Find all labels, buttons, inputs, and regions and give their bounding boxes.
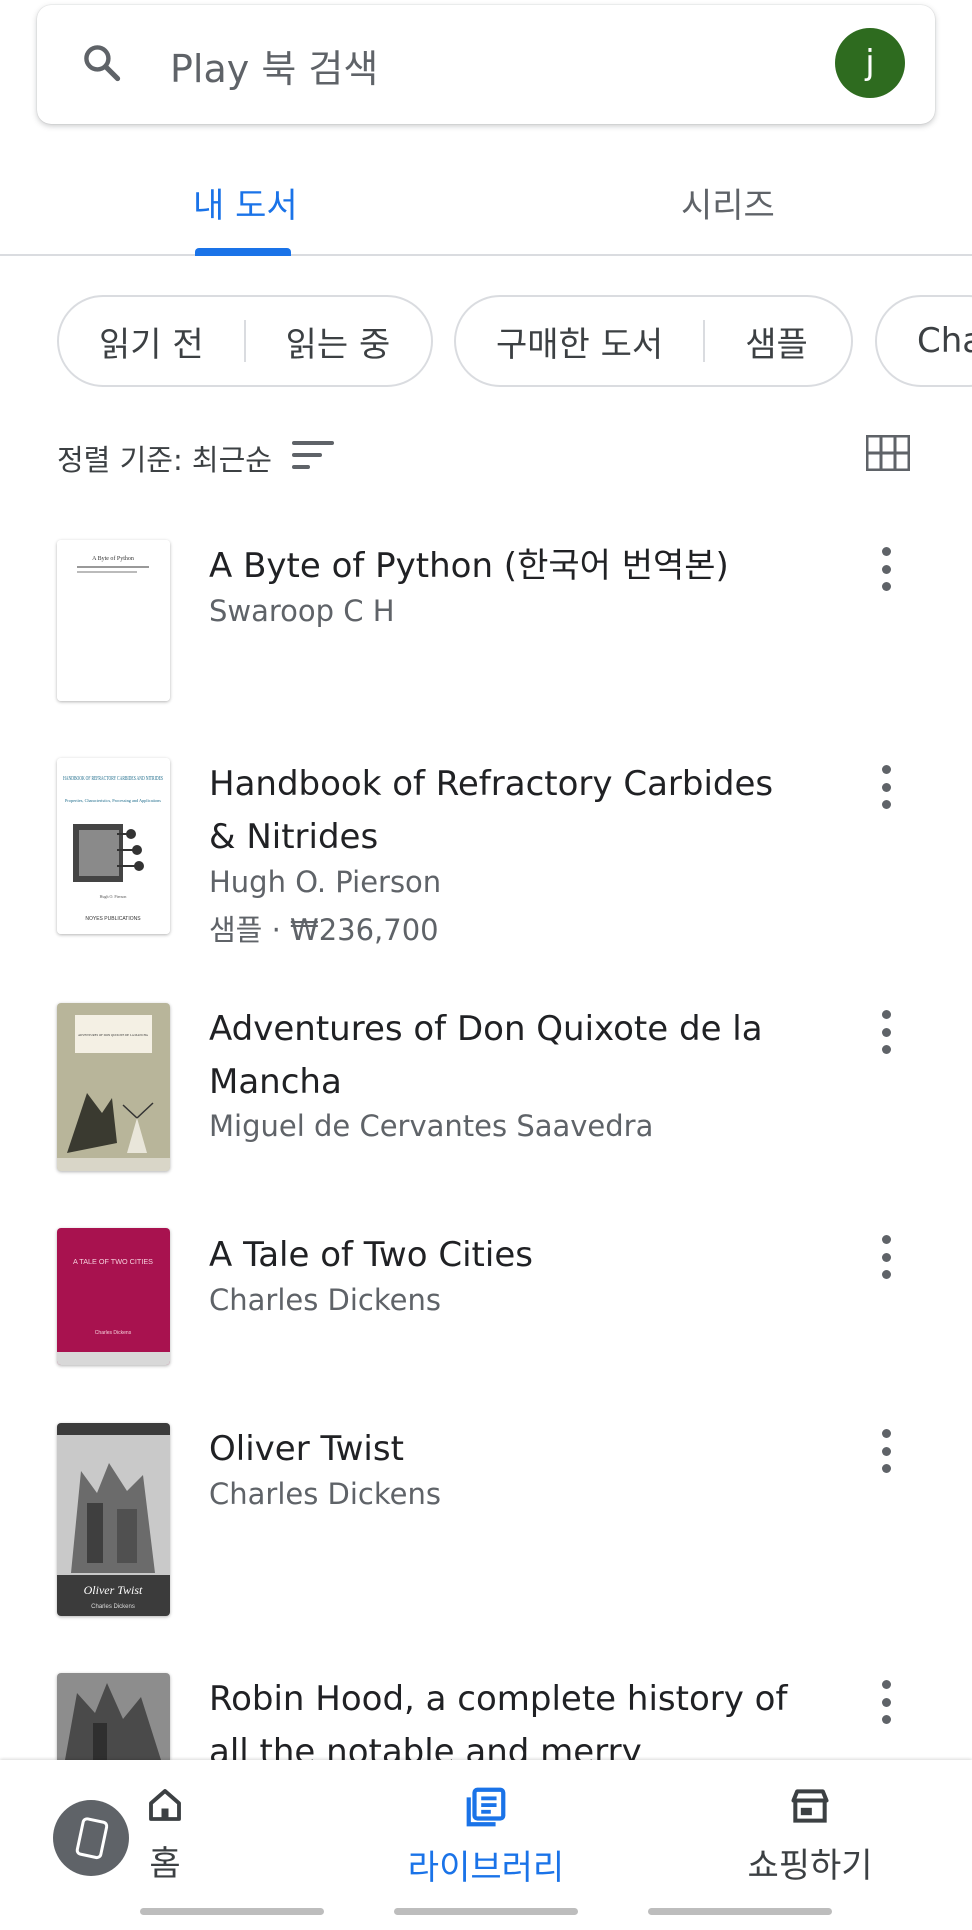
cover-title: ADVENTURES OF DON QUIXOTE DE LA MANCHA: [78, 1033, 148, 1037]
tab-bar: 내 도서 시리즈: [0, 140, 972, 256]
book-author: Miguel de Cervantes Saavedra: [209, 1109, 654, 1143]
book-cover[interactable]: [57, 1673, 170, 1760]
more-options-icon[interactable]: [871, 1010, 901, 1054]
nav-shop[interactable]: 쇼핑하기: [740, 1784, 880, 1887]
grid-view-icon[interactable]: [866, 435, 910, 471]
cover-author: Charles Dickens: [91, 1604, 135, 1610]
tab-series[interactable]: 시리즈: [681, 178, 775, 227]
book-cover[interactable]: A Byte of Python: [57, 540, 170, 701]
home-icon: [149, 1789, 181, 1821]
phone-icon: [75, 1817, 109, 1860]
book-price: 샘플 · ₩236,700: [209, 913, 439, 947]
more-options-icon[interactable]: [871, 547, 901, 591]
more-options-icon[interactable]: [871, 1235, 901, 1279]
cover-title: Oliver Twist: [84, 1583, 143, 1597]
book-title: Robin Hood, a complete history of all th…: [209, 1679, 788, 1760]
overflow-chip[interactable]: Cha: [875, 295, 972, 387]
avatar[interactable]: j: [835, 28, 905, 98]
book-author: Swaroop C H: [209, 594, 395, 628]
ownership-chip: 구매한 도서 샘플: [454, 295, 853, 387]
book-title: A Tale of Two Cities: [209, 1235, 533, 1275]
filter-purchased[interactable]: 구매한 도서: [456, 317, 703, 366]
device-switch-button[interactable]: [53, 1800, 129, 1876]
gesture-bar: [140, 1908, 324, 1915]
nav-home[interactable]: 홈: [140, 1784, 190, 1885]
filter-reading[interactable]: 읽는 중: [246, 317, 431, 366]
reading-status-chip: 읽기 전 읽는 중: [57, 295, 433, 387]
more-options-icon[interactable]: [871, 765, 901, 809]
cover-publisher: NOYES PUBLICATIONS: [85, 916, 141, 922]
gesture-bar: [394, 1908, 578, 1915]
more-options-icon[interactable]: [871, 1429, 901, 1473]
search-input[interactable]: Play 북 검색: [170, 38, 378, 93]
book-author: Charles Dickens: [209, 1283, 441, 1317]
gesture-bar: [648, 1908, 832, 1915]
more-options-icon[interactable]: [871, 1680, 901, 1724]
filter-unread[interactable]: 읽기 전: [59, 317, 244, 366]
sort-label[interactable]: 정렬 기준: 최근순: [57, 437, 272, 479]
cover-title: HANDBOOK OF REFRACTORY CARBIDES AND NITR…: [63, 775, 163, 782]
nav-library-label: 라이브러리: [407, 1848, 565, 1888]
filter-samples[interactable]: 샘플: [705, 317, 848, 366]
nav-home-label: 홈: [149, 1844, 181, 1884]
book-cover[interactable]: Oliver Twist Charles Dickens: [57, 1423, 170, 1616]
book-author: Hugh O. Pierson: [209, 865, 442, 899]
tab-indicator: [195, 248, 291, 256]
sort-icon[interactable]: [290, 438, 336, 472]
cover-title: A Byte of Python: [92, 555, 134, 562]
library-icon: [466, 1787, 506, 1827]
book-cover[interactable]: A TALE OF TWO CITIES Charles Dickens: [57, 1228, 170, 1365]
cover-title: A TALE OF TWO CITIES: [73, 1259, 153, 1266]
nav-library[interactable]: 라이브러리: [394, 1784, 578, 1889]
book-author: Charles Dickens: [209, 1477, 441, 1511]
book-title: A Byte of Python (한국어 번역본): [209, 546, 729, 586]
cover-author: Charles Dickens: [95, 1330, 132, 1336]
book-title: Adventures of Don Quixote de la Mancha: [209, 1009, 763, 1102]
book-title: Handbook of Refractory Carbides & Nitrid…: [209, 764, 774, 857]
book-cover[interactable]: ADVENTURES OF DON QUIXOTE DE LA MANCHA: [57, 1003, 170, 1171]
book-cover[interactable]: HANDBOOK OF REFRACTORY CARBIDES AND NITR…: [57, 758, 170, 934]
bottom-navigation: 홈 라이브러리 쇼핑하기: [0, 1760, 972, 1930]
nav-shop-label: 쇼핑하기: [747, 1846, 873, 1886]
filter-cha[interactable]: Cha: [877, 321, 972, 361]
cover-author: Hugh O. Pierson: [100, 894, 127, 899]
book-title: Oliver Twist: [209, 1429, 404, 1469]
store-icon: [791, 1789, 829, 1823]
tab-my-books[interactable]: 내 도서: [193, 178, 298, 227]
search-icon[interactable]: [80, 41, 124, 85]
